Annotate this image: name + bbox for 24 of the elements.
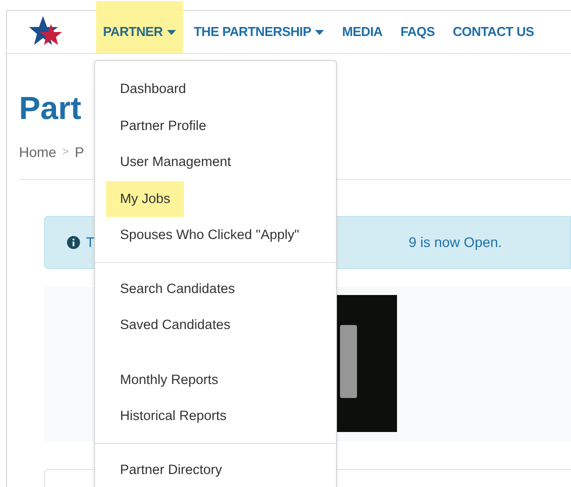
- menu-item[interactable]: Monthly Reports: [106, 362, 232, 398]
- breadcrumb-link[interactable]: P: [74, 142, 84, 163]
- alert-text: 9 is now Open.: [408, 233, 502, 252]
- menu-item[interactable]: Saved Candidates: [106, 307, 244, 344]
- nav-link[interactable]: CONTACT US: [446, 1, 541, 53]
- nav-link[interactable]: PARTNER: [96, 1, 183, 53]
- alert-text: T: [86, 233, 95, 252]
- menu-item[interactable]: Dashboard: [106, 71, 200, 108]
- menu-item[interactable]: Spouses Who Clicked "Apply": [106, 217, 314, 254]
- menu-item[interactable]: User Management: [106, 144, 246, 180]
- caret-icon: [166, 30, 176, 34]
- nav-link[interactable]: THE PARTNERSHIP: [186, 1, 332, 53]
- info-icon: [67, 236, 80, 249]
- page-title: Part: [19, 92, 82, 124]
- menu-item[interactable]: My Jobs: [106, 180, 184, 217]
- menu-item[interactable]: Search Candidates: [106, 270, 249, 307]
- caret-icon: [315, 30, 324, 34]
- menu-item[interactable]: Historical Reports: [106, 398, 241, 434]
- nav-link[interactable]: FAQS: [394, 1, 442, 53]
- breadcrumb-separator: >: [62, 145, 69, 160]
- breadcrumb-link[interactable]: Home: [19, 142, 56, 163]
- menu-item[interactable]: Partner Directory: [106, 452, 236, 487]
- nav-link[interactable]: MEDIA: [335, 1, 390, 53]
- menu-item[interactable]: Partner Profile: [106, 108, 220, 144]
